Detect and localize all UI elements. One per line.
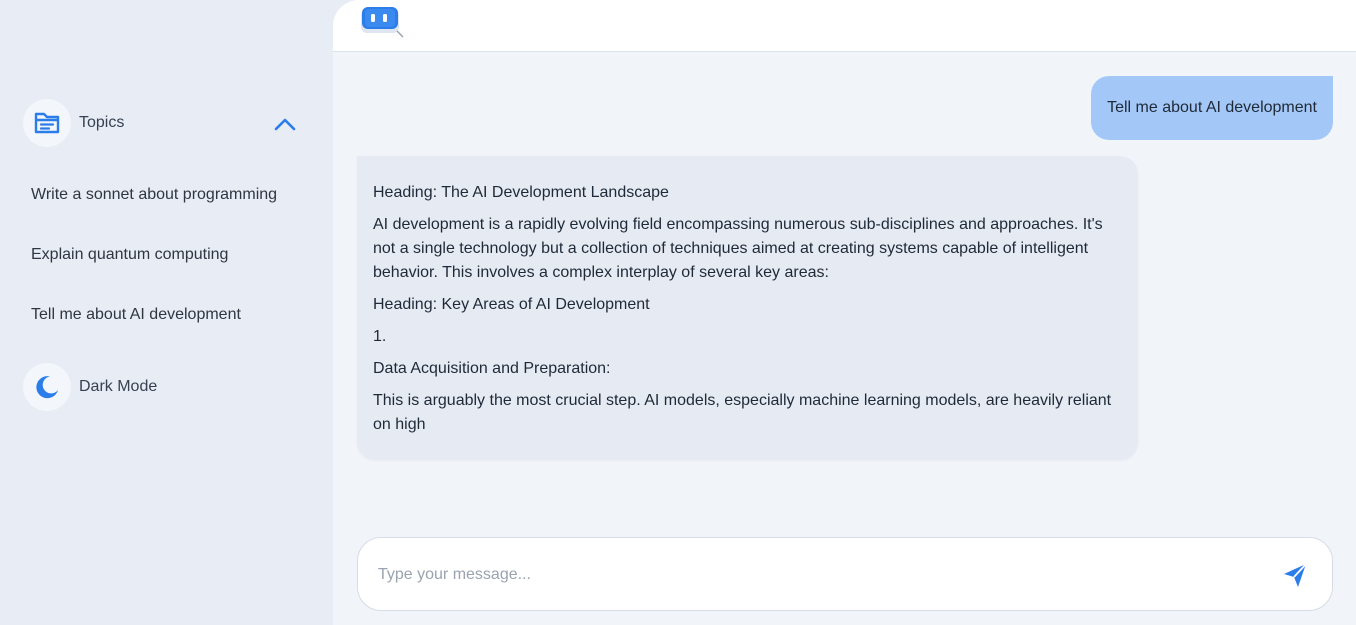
topic-item-ai-development[interactable]: Tell me about AI development [31,306,241,324]
bot-heading-landscape: Heading: The AI Development Landscape [373,184,669,201]
bot-message: Heading: The AI Development Landscape AI… [357,156,1138,460]
send-icon [1284,563,1307,587]
robot-chat-icon [361,7,404,38]
sidebar: Topics Write a sonnet about programming … [0,0,333,625]
bot-heading-key-areas: Heading: Key Areas of AI Development [373,296,650,313]
message-input[interactable] [378,562,1258,588]
dark-mode-toggle[interactable]: Dark Mode [23,363,223,411]
user-message: Tell me about AI development [1091,76,1333,140]
message-composer [357,537,1333,611]
dark-mode-label: Dark Mode [79,378,158,395]
folder-icon [23,99,71,147]
top-bar [333,0,1356,52]
moon-icon [23,363,71,411]
chevron-up-icon[interactable] [273,112,297,136]
bot-list-number: 1. [373,328,387,345]
topic-item-sonnet[interactable]: Write a sonnet about programming [31,186,277,204]
chat-panel: Tell me about AI development Heading: Th… [333,0,1356,625]
topic-item-quantum[interactable]: Explain quantum computing [31,246,228,264]
topics-label: Topics [79,114,125,131]
bot-paragraph-data: This is arguably the most crucial step. … [373,392,1112,433]
topics-toggle[interactable]: Topics [23,99,303,147]
send-button[interactable] [1280,560,1310,590]
bot-subheading-data: Data Acquisition and Preparation: [373,360,611,377]
bot-paragraph-intro: AI development is a rapidly evolving fie… [373,216,1103,281]
